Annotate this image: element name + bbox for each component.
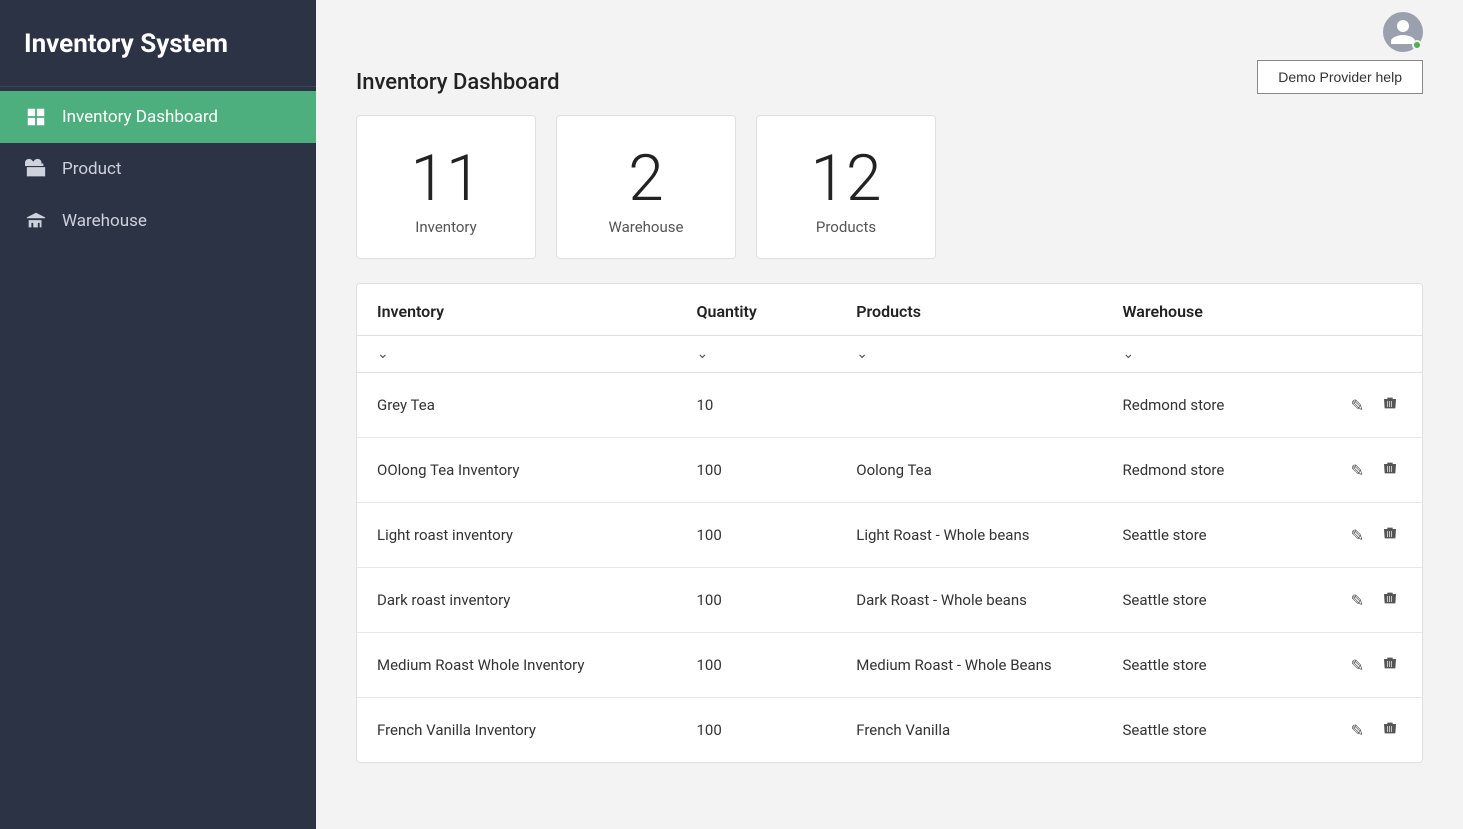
cell-warehouse: Redmond store bbox=[1103, 373, 1316, 438]
delete-icon[interactable] bbox=[1378, 456, 1402, 484]
table-row: Dark roast inventory 100 Dark Roast - Wh… bbox=[357, 568, 1422, 633]
col-header-inventory: Inventory bbox=[357, 284, 677, 336]
edit-icon[interactable]: ✎ bbox=[1347, 522, 1368, 549]
cell-actions: ✎ bbox=[1316, 373, 1423, 438]
cell-inventory: French Vanilla Inventory bbox=[357, 698, 677, 763]
stat-label: Products bbox=[816, 218, 876, 236]
edit-icon[interactable]: ✎ bbox=[1347, 457, 1368, 484]
col-header-products: Products bbox=[836, 284, 1102, 336]
inventory-table-container: Inventory Quantity Products Warehouse ⌄ … bbox=[356, 283, 1423, 763]
stat-label: Warehouse bbox=[609, 218, 684, 236]
stat-card-products: 12 Products bbox=[756, 115, 936, 259]
cell-quantity: 10 bbox=[677, 373, 837, 438]
cell-inventory: Medium Roast Whole Inventory bbox=[357, 633, 677, 698]
cell-actions: ✎ bbox=[1316, 438, 1423, 503]
inventory-table: Inventory Quantity Products Warehouse ⌄ … bbox=[357, 284, 1422, 762]
cell-quantity: 100 bbox=[677, 633, 837, 698]
col-header-warehouse: Warehouse bbox=[1103, 284, 1316, 336]
cell-quantity: 100 bbox=[677, 568, 837, 633]
table-row: Medium Roast Whole Inventory 100 Medium … bbox=[357, 633, 1422, 698]
sidebar-item-label: Warehouse bbox=[62, 211, 147, 231]
avatar[interactable] bbox=[1383, 12, 1423, 52]
stat-label: Inventory bbox=[415, 218, 476, 236]
table-row: Grey Tea 10 Redmond store ✎ bbox=[357, 373, 1422, 438]
inventory-filter-chevron[interactable]: ⌄ bbox=[377, 346, 389, 362]
table-row: Light roast inventory 100 Light Roast - … bbox=[357, 503, 1422, 568]
cell-inventory: Light roast inventory bbox=[357, 503, 677, 568]
help-button[interactable]: Demo Provider help bbox=[1257, 60, 1423, 94]
delete-icon[interactable] bbox=[1378, 716, 1402, 744]
table-header-row: Inventory Quantity Products Warehouse bbox=[357, 284, 1422, 336]
stat-number: 12 bbox=[811, 144, 882, 214]
sidebar-nav: Inventory Dashboard Product Warehouse bbox=[0, 91, 316, 247]
cell-products: French Vanilla bbox=[836, 698, 1102, 763]
warehouse-icon bbox=[24, 209, 48, 233]
cell-products: Medium Roast - Whole Beans bbox=[836, 633, 1102, 698]
cell-actions: ✎ bbox=[1316, 503, 1423, 568]
page-title: Inventory Dashboard bbox=[356, 70, 560, 95]
cell-inventory: Grey Tea bbox=[357, 373, 677, 438]
page-header-row: Inventory Dashboard Demo Provider help bbox=[356, 60, 1423, 115]
sidebar-item-warehouse[interactable]: Warehouse bbox=[0, 195, 316, 247]
cell-products: Light Roast - Whole beans bbox=[836, 503, 1102, 568]
products-filter-chevron[interactable]: ⌄ bbox=[856, 346, 868, 362]
cell-products bbox=[836, 373, 1102, 438]
col-header-quantity: Quantity bbox=[677, 284, 837, 336]
edit-icon[interactable]: ✎ bbox=[1347, 717, 1368, 744]
sidebar-item-label: Inventory Dashboard bbox=[62, 107, 218, 127]
cell-products: Dark Roast - Whole beans bbox=[836, 568, 1102, 633]
cell-actions: ✎ bbox=[1316, 698, 1423, 763]
delete-icon[interactable] bbox=[1378, 521, 1402, 549]
quantity-filter-chevron[interactable]: ⌄ bbox=[697, 346, 709, 362]
cell-warehouse: Seattle store bbox=[1103, 503, 1316, 568]
stat-number: 11 bbox=[411, 144, 482, 214]
top-bar bbox=[356, 0, 1423, 60]
cell-inventory: OOlong Tea Inventory bbox=[357, 438, 677, 503]
cell-quantity: 100 bbox=[677, 503, 837, 568]
stat-card-warehouse: 2 Warehouse bbox=[556, 115, 736, 259]
cell-products: Oolong Tea bbox=[836, 438, 1102, 503]
sidebar-title: Inventory System bbox=[0, 0, 316, 87]
delete-icon[interactable] bbox=[1378, 651, 1402, 679]
table-row: French Vanilla Inventory 100 French Vani… bbox=[357, 698, 1422, 763]
cell-quantity: 100 bbox=[677, 698, 837, 763]
cell-quantity: 100 bbox=[677, 438, 837, 503]
edit-icon[interactable]: ✎ bbox=[1347, 392, 1368, 419]
cell-warehouse: Seattle store bbox=[1103, 633, 1316, 698]
cell-inventory: Dark roast inventory bbox=[357, 568, 677, 633]
delete-icon[interactable] bbox=[1378, 586, 1402, 614]
cell-actions: ✎ bbox=[1316, 568, 1423, 633]
help-area: Demo Provider help bbox=[1257, 60, 1423, 94]
edit-icon[interactable]: ✎ bbox=[1347, 587, 1368, 614]
sidebar-item-product[interactable]: Product bbox=[0, 143, 316, 195]
sidebar-item-inventory-dashboard[interactable]: Inventory Dashboard bbox=[0, 91, 316, 143]
stat-card-inventory: 11 Inventory bbox=[356, 115, 536, 259]
edit-icon[interactable]: ✎ bbox=[1347, 652, 1368, 679]
dashboard-icon bbox=[24, 105, 48, 129]
stats-row: 11 Inventory 2 Warehouse 12 Products bbox=[356, 115, 1423, 259]
cell-warehouse: Redmond store bbox=[1103, 438, 1316, 503]
cell-actions: ✎ bbox=[1316, 633, 1423, 698]
sidebar: Inventory System Inventory Dashboard Pro… bbox=[0, 0, 316, 829]
product-icon bbox=[24, 157, 48, 181]
avatar-online-indicator bbox=[1412, 40, 1422, 50]
stat-number: 2 bbox=[628, 144, 664, 214]
cell-warehouse: Seattle store bbox=[1103, 698, 1316, 763]
col-header-actions bbox=[1316, 284, 1423, 336]
table-filter-row: ⌄ ⌄ ⌄ ⌄ bbox=[357, 336, 1422, 373]
table-row: OOlong Tea Inventory 100 Oolong Tea Redm… bbox=[357, 438, 1422, 503]
cell-warehouse: Seattle store bbox=[1103, 568, 1316, 633]
delete-icon[interactable] bbox=[1378, 391, 1402, 419]
sidebar-item-label: Product bbox=[62, 159, 121, 179]
main-content: Inventory Dashboard Demo Provider help 1… bbox=[316, 0, 1463, 829]
warehouse-filter-chevron[interactable]: ⌄ bbox=[1123, 346, 1135, 362]
